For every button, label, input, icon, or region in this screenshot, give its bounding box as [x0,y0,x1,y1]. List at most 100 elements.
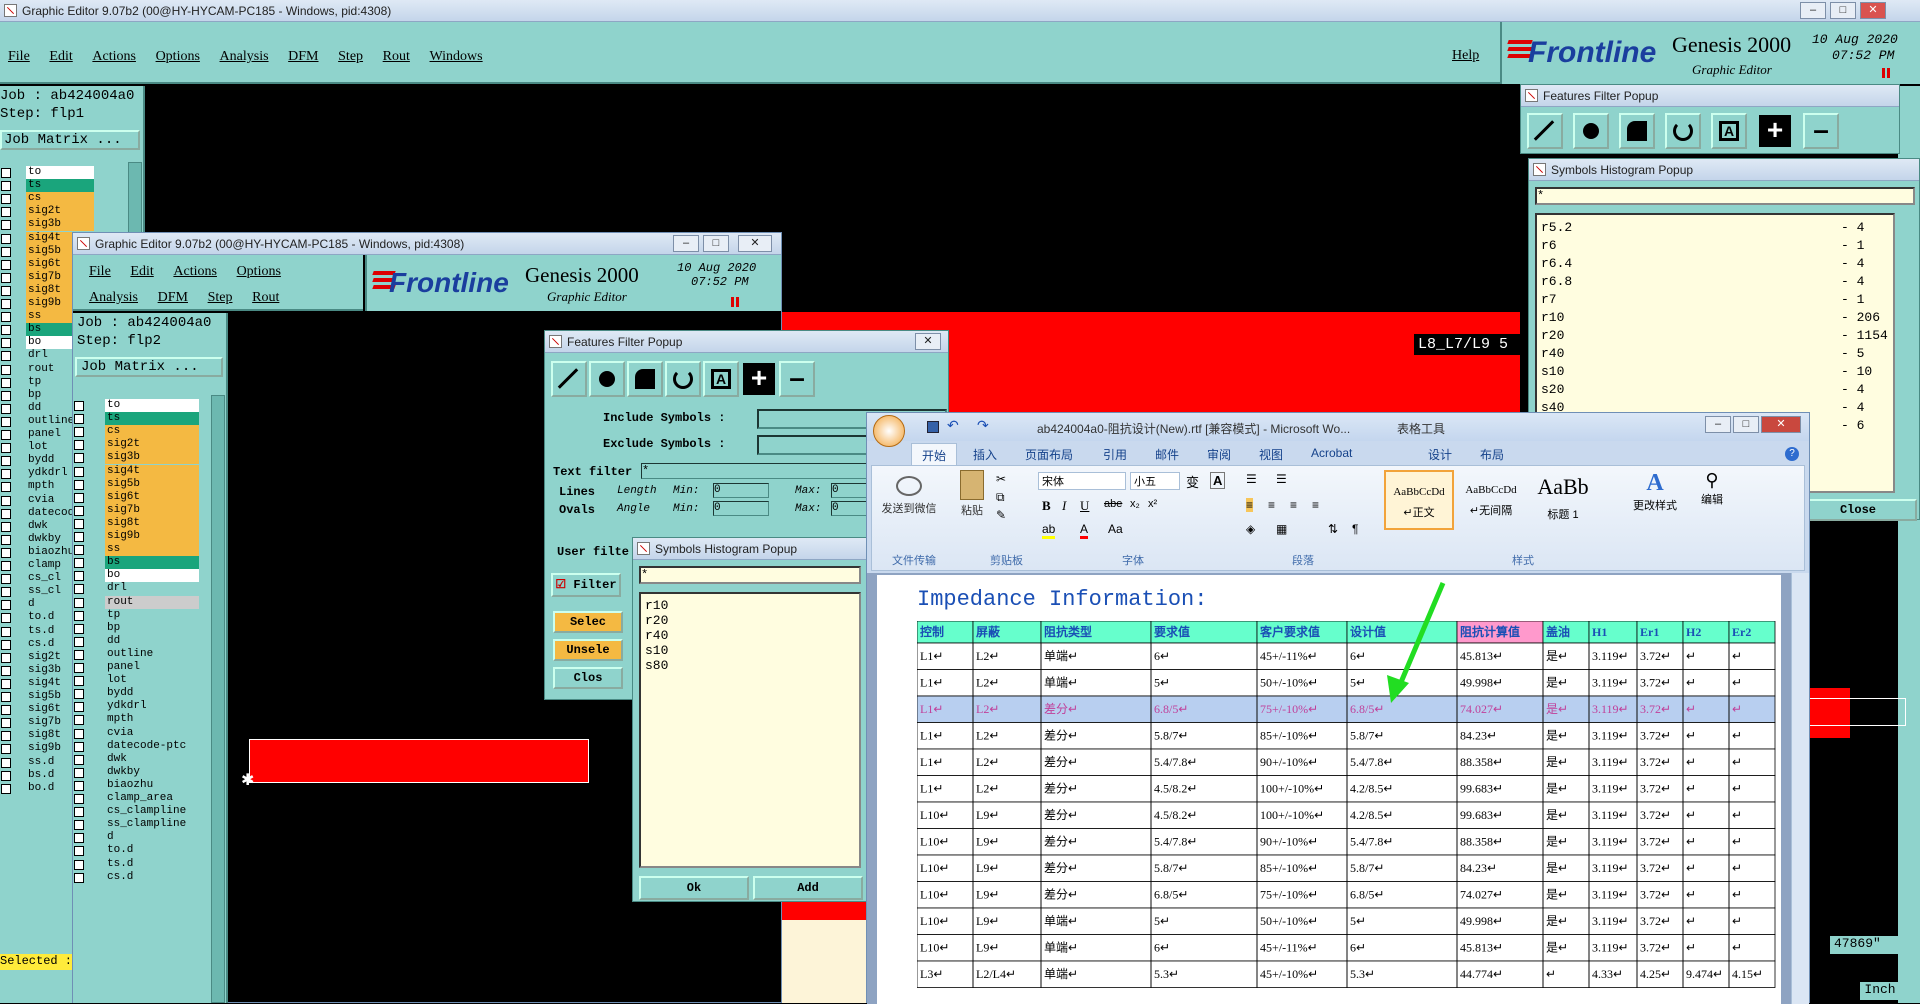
min-length-input[interactable]: 0 [713,483,769,498]
clear-format-icon[interactable]: A [1210,472,1226,489]
menu-analysis[interactable]: Analysis [220,49,269,65]
layer-checkbox[interactable] [74,859,84,870]
menu-actions[interactable]: Actions [92,49,136,65]
layer-checkbox[interactable] [74,584,84,595]
layer-row[interactable]: cs.d [73,870,203,885]
layer-checkbox[interactable] [1,705,11,716]
layer-checkbox[interactable] [74,479,84,490]
symbol-filter-input[interactable]: * [639,566,861,584]
layer-checkbox[interactable] [74,623,84,634]
minimize-button[interactable]: – [673,235,699,252]
line-tool-button[interactable] [1527,113,1563,149]
layer-checkbox[interactable] [1,194,11,205]
layer-row[interactable]: bo [73,569,203,583]
layer-row[interactable]: cvia [73,726,203,741]
sort-icon[interactable]: ⇅ [1328,522,1338,536]
format-painter-icon[interactable]: ✎ [996,508,1006,522]
layer-row[interactable]: sig9b [73,530,203,544]
layer-checkbox[interactable] [74,518,84,529]
layer-checkbox[interactable] [1,744,11,755]
symbol-item[interactable]: r6.8 - 4 [1541,273,1889,291]
text-tool-button[interactable]: A [1711,113,1747,149]
symbol-item[interactable]: r5.2 - 4 [1541,219,1889,237]
table-row[interactable]: L10↵ L9↵ 差分↵ 4.5/8.2↵ 100+/-10%↵ 4.2/8.5↵ 99.6… [917,801,1776,829]
menu-rout[interactable]: Rout [252,290,279,306]
layer-checkbox[interactable] [1,665,11,676]
layer-row[interactable]: datecode-ptc [73,739,203,754]
table-row[interactable]: L1↵ L2↵ 差分↵ 6.8/5↵ 75+/-10%↵ 6.8/5↵ 74.027↵ 是↵ 3… [917,695,1776,723]
layer-checkbox[interactable] [74,545,84,556]
layer-checkbox[interactable] [74,780,84,791]
layer-row[interactable]: mpth [73,713,203,727]
layer-row[interactable]: ss_clampline [73,818,203,832]
layer-row[interactable]: panel [73,661,203,675]
layer-row[interactable]: clamp_area [73,792,203,806]
layer-row[interactable]: bs [73,556,203,570]
minimize-button[interactable]: – [1705,416,1731,433]
redo-icon[interactable]: ↷ [977,417,989,434]
layer-row[interactable]: biaozhu [73,778,203,793]
layer-row[interactable]: to.d [73,844,203,858]
ribbon-tab[interactable]: 插入 [963,443,1007,465]
layer-row[interactable]: dd [73,634,203,649]
table-row[interactable]: L1↵ L2↵ 差分↵ 4.5/8.2↵ 100+/-10%↵ 4.2/8.5↵ 99.68… [917,775,1776,803]
layer-scrollbar[interactable] [211,395,225,1003]
layer-checkbox[interactable] [1,390,11,401]
symbol-item[interactable]: r40 [645,628,855,643]
layer-row[interactable]: ts [73,412,203,426]
ribbon-tab[interactable]: 设计 [1418,443,1462,465]
layer-row[interactable]: to [73,399,203,413]
layer-row[interactable]: to [0,166,122,180]
symbol-item[interactable]: r7 - 1 [1541,291,1889,309]
pad-tool-button[interactable] [1573,113,1609,149]
symbol-item[interactable]: r6 - 1 [1541,237,1889,255]
table-row[interactable]: L10↵ L9↵ 差分↵ 6.8/5↵ 75+/-10%↵ 6.8/5↵ 74.027↵ 是↵… [917,881,1776,909]
layer-checkbox[interactable] [74,833,84,844]
layer-checkbox[interactable] [1,783,11,794]
layer-checkbox[interactable] [74,754,84,765]
close-button[interactable]: ✕ [738,235,772,252]
borders-icon[interactable]: ▦ [1276,522,1287,536]
menu-file[interactable]: File [89,264,111,280]
symbol-item[interactable]: r20 [645,613,855,628]
ribbon-tab[interactable]: 邮件 [1145,443,1189,465]
symbol-item[interactable]: r10 - 206 [1541,309,1889,327]
layer-row[interactable]: outline [73,647,203,662]
symbol-item[interactable]: r6.4 - 4 [1541,255,1889,273]
menu-dfm[interactable]: DFM [158,290,188,306]
layer-checkbox[interactable] [1,456,11,467]
layer-checkbox[interactable] [1,652,11,663]
font-name-select[interactable]: 宋体 [1038,472,1126,490]
layer-checkbox[interactable] [74,505,84,516]
menu-step[interactable]: Step [338,49,363,65]
layer-checkbox[interactable] [74,636,84,647]
symbol-item[interactable]: s10 [645,643,855,658]
layer-row[interactable]: ss [73,543,203,557]
layer-checkbox[interactable] [1,547,11,558]
layer-checkbox[interactable] [74,663,84,673]
maximize-button[interactable]: □ [1733,416,1759,433]
table-row[interactable]: L3↵ L2/L4↵ 单端↵ 5.3↵ 45+/-10%↵ 5.3↵ 44.774↵ ↵ 4.3… [917,960,1776,988]
show-marks-icon[interactable]: ¶ [1352,522,1358,536]
layer-checkbox[interactable] [1,299,11,309]
menu-file[interactable]: File [8,49,30,65]
add-tool-button[interactable]: + [1757,113,1793,149]
layer-checkbox[interactable] [74,715,84,726]
layer-checkbox[interactable] [1,534,11,545]
layer-row[interactable]: sig4t [73,464,203,479]
layer-checkbox[interactable] [74,453,84,464]
layer-row[interactable]: sig5b [73,477,203,492]
layer-checkbox[interactable] [74,807,84,818]
layer-row[interactable]: d [73,831,203,845]
layer-checkbox[interactable] [1,587,11,598]
layer-checkbox[interactable] [1,377,11,388]
menu-options[interactable]: Options [156,49,200,65]
symbol-item[interactable]: s20 - 4 [1541,381,1889,399]
close-button[interactable]: ✕ [915,333,941,350]
layer-checkbox[interactable] [1,325,11,336]
text-tool-button[interactable]: A [703,361,739,397]
layer-row[interactable]: sig3b [0,218,122,232]
layer-row[interactable]: sig7b [73,503,203,518]
filter-toggle[interactable]: ☑ Filter [551,573,621,597]
change-styles-button[interactable]: A 更改样式 [1630,470,1680,532]
